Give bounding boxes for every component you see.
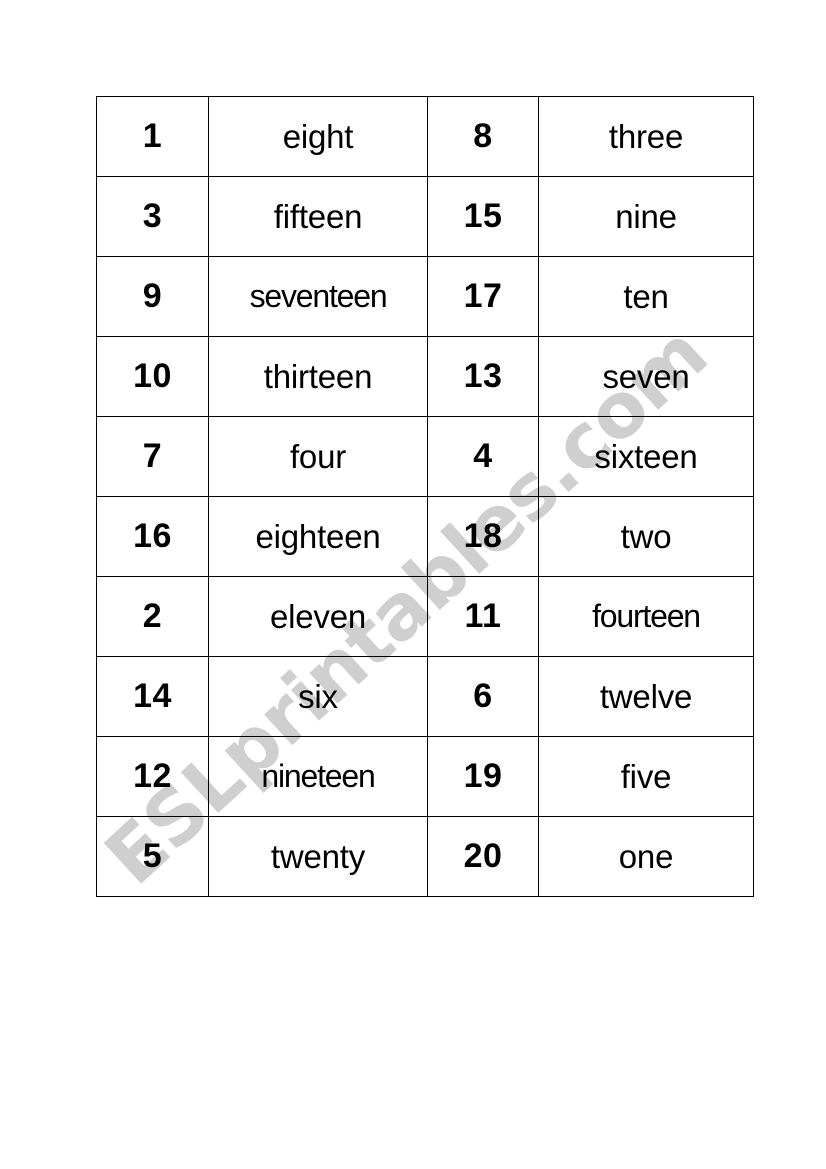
- table-row: 9 seventeen 17 ten: [96, 256, 754, 337]
- table-body: 1 eight 8 three 3 fifteen 15 nine 9 seve…: [96, 96, 754, 897]
- number-card[interactable]: 16: [96, 496, 209, 577]
- number-card[interactable]: 12: [96, 736, 209, 817]
- number-card[interactable]: 9: [96, 256, 209, 337]
- word-card[interactable]: twelve: [538, 656, 754, 737]
- number-card[interactable]: 15: [427, 176, 539, 257]
- word-card[interactable]: ten: [538, 256, 754, 337]
- number-card[interactable]: 14: [96, 656, 209, 737]
- number-card[interactable]: 3: [96, 176, 209, 257]
- number-card[interactable]: 11: [427, 576, 539, 657]
- number-card[interactable]: 2: [96, 576, 209, 657]
- number-card[interactable]: 18: [427, 496, 539, 577]
- word-card[interactable]: sixteen: [538, 416, 754, 497]
- table-row: 3 fifteen 15 nine: [96, 176, 754, 257]
- number-card[interactable]: 19: [427, 736, 539, 817]
- word-card[interactable]: fourteen: [538, 576, 754, 657]
- word-card[interactable]: seven: [538, 336, 754, 417]
- word-card[interactable]: eleven: [208, 576, 428, 657]
- number-word-table: 1 eight 8 three 3 fifteen 15 nine 9 seve…: [96, 96, 754, 897]
- number-card[interactable]: 17: [427, 256, 539, 337]
- table-row: 16 eighteen 18 two: [96, 496, 754, 577]
- word-card[interactable]: twenty: [208, 816, 428, 897]
- word-card[interactable]: four: [208, 416, 428, 497]
- table-row: 14 six 6 twelve: [96, 656, 754, 737]
- table-row: 5 twenty 20 one: [96, 816, 754, 897]
- number-card[interactable]: 13: [427, 336, 539, 417]
- word-card[interactable]: eight: [208, 96, 428, 177]
- table-row: 10 thirteen 13 seven: [96, 336, 754, 417]
- word-card[interactable]: eighteen: [208, 496, 428, 577]
- number-card[interactable]: 4: [427, 416, 539, 497]
- word-card[interactable]: three: [538, 96, 754, 177]
- word-card[interactable]: five: [538, 736, 754, 817]
- word-card[interactable]: nineteen: [208, 736, 428, 817]
- word-card[interactable]: one: [538, 816, 754, 897]
- word-card[interactable]: nine: [538, 176, 754, 257]
- number-card[interactable]: 6: [427, 656, 539, 737]
- number-card[interactable]: 10: [96, 336, 209, 417]
- number-card[interactable]: 7: [96, 416, 209, 497]
- word-card[interactable]: seventeen: [208, 256, 428, 337]
- table-row: 12 nineteen 19 five: [96, 736, 754, 817]
- word-card[interactable]: two: [538, 496, 754, 577]
- worksheet-card-table: 1 eight 8 three 3 fifteen 15 nine 9 seve…: [96, 96, 754, 897]
- word-card[interactable]: six: [208, 656, 428, 737]
- table-row: 1 eight 8 three: [96, 96, 754, 177]
- word-card[interactable]: fifteen: [208, 176, 428, 257]
- number-card[interactable]: 8: [427, 96, 539, 177]
- number-card[interactable]: 5: [96, 816, 209, 897]
- number-card[interactable]: 20: [427, 816, 539, 897]
- number-card[interactable]: 1: [96, 96, 209, 177]
- table-row: 7 four 4 sixteen: [96, 416, 754, 497]
- table-row: 2 eleven 11 fourteen: [96, 576, 754, 657]
- word-card[interactable]: thirteen: [208, 336, 428, 417]
